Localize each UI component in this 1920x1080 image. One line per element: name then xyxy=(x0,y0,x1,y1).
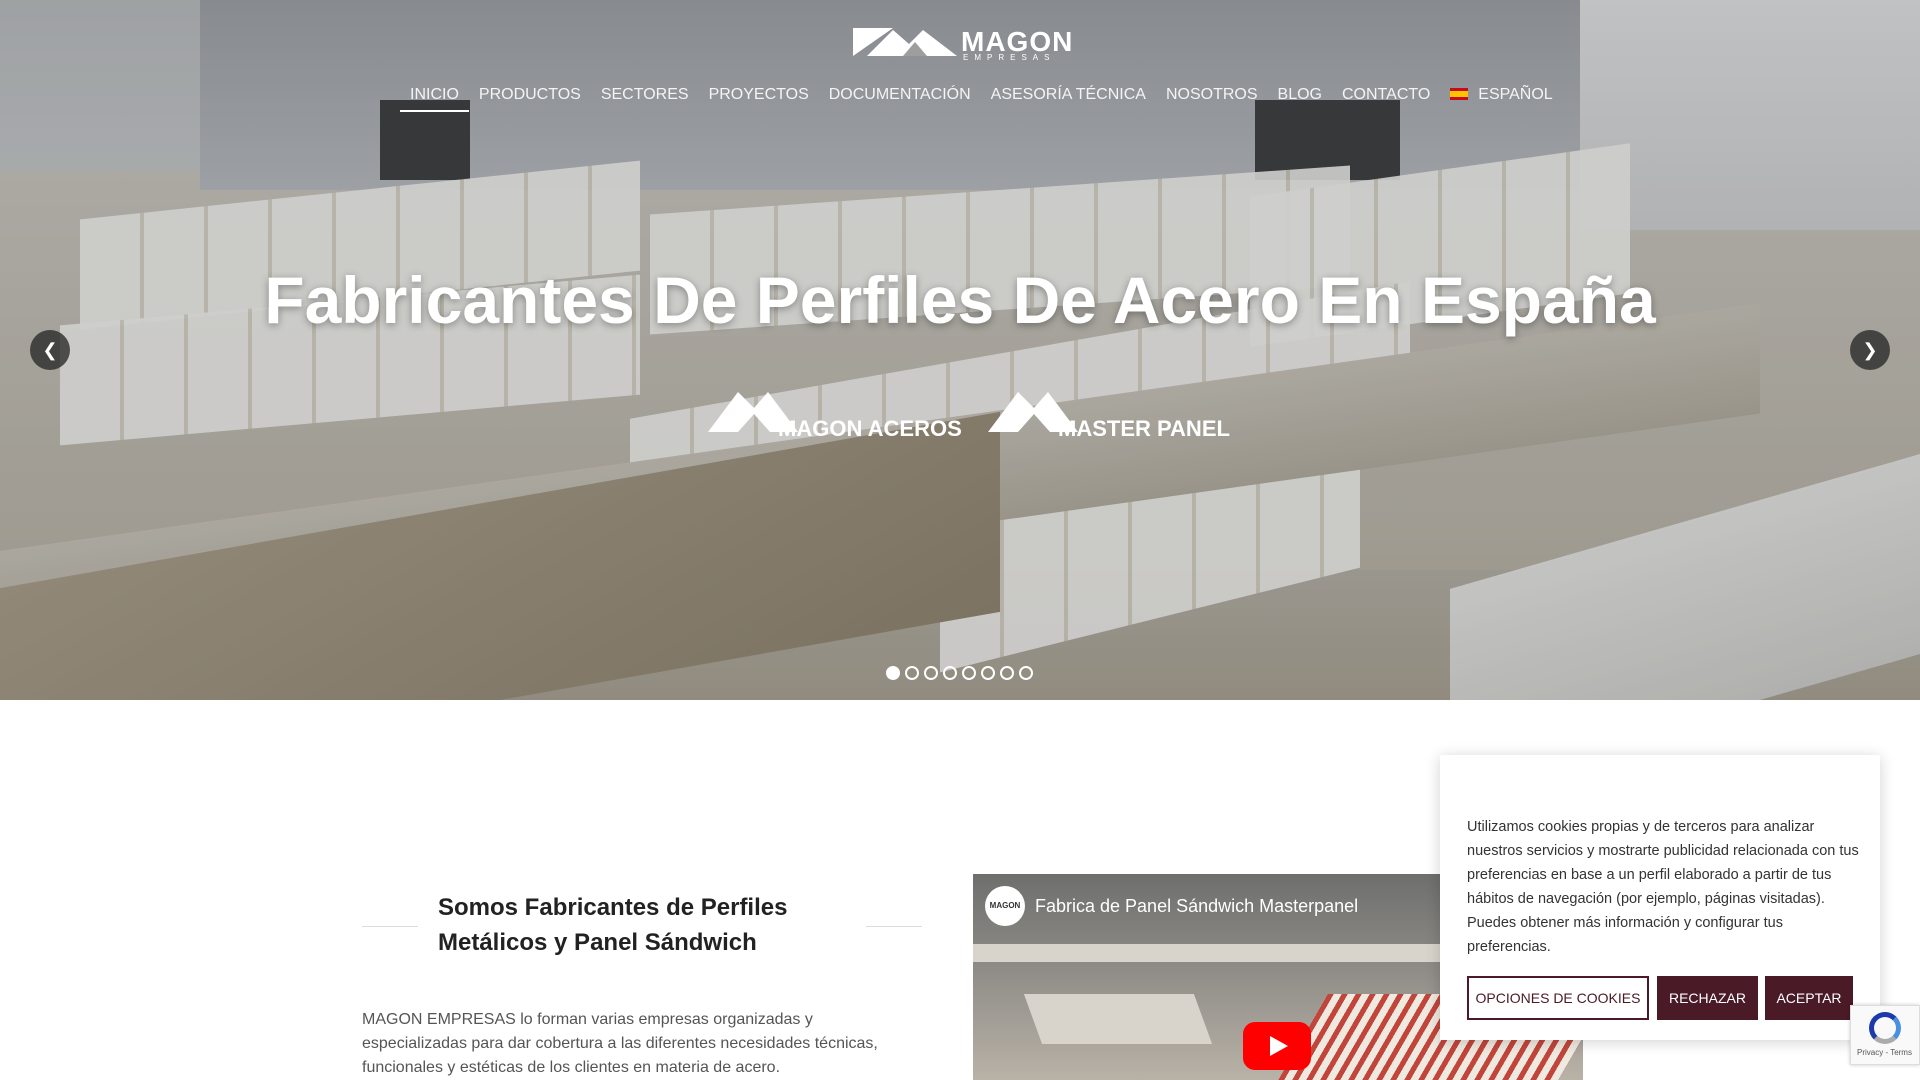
nav-item-asesoria-tecnica[interactable]: ASESORÍA TÉCNICA xyxy=(981,84,1156,112)
brand-magon-aceros: MAGON ACEROS xyxy=(708,388,962,441)
brand-name: MAGON ACEROS xyxy=(778,416,962,441)
recaptcha-badge[interactable]: Privacy - Terms xyxy=(1850,1005,1920,1065)
title-divider-left xyxy=(362,926,418,927)
title-divider-right xyxy=(866,926,922,927)
slider-dot[interactable] xyxy=(1000,666,1014,680)
nav-item-proyectos[interactable]: PROYECTOS xyxy=(699,84,819,112)
slider-dot[interactable] xyxy=(905,666,919,680)
slider-next-button[interactable]: ❯ xyxy=(1850,330,1890,370)
nav-item-inicio[interactable]: INICIO xyxy=(400,84,469,112)
brand-name: MASTER PANEL xyxy=(1058,416,1230,441)
language-selector[interactable]: ESPAÑOL xyxy=(1440,84,1562,112)
channel-avatar[interactable]: MAGON xyxy=(985,886,1025,926)
about-text: MAGON EMPRESAS lo forman varias empresas… xyxy=(362,1011,878,1076)
nav-item-productos[interactable]: PRODUCTOS xyxy=(469,84,591,112)
spain-flag-icon xyxy=(1450,88,1469,100)
slider-dot[interactable] xyxy=(962,666,976,680)
about-title: Somos Fabricantes de Perfiles Metálicos … xyxy=(438,894,788,956)
cookie-options-button[interactable]: OPCIONES DE COOKIES xyxy=(1467,976,1649,1020)
recaptcha-links[interactable]: Privacy - Terms xyxy=(1857,1048,1912,1057)
brand-master-panel: MASTER PANEL xyxy=(988,388,1230,441)
logo-mark-icon xyxy=(853,28,957,56)
site-logo[interactable]: MAGON EMPRESAS xyxy=(853,26,1072,62)
nav-item-nosotros[interactable]: NOSOTROS xyxy=(1156,84,1268,112)
nav-item-blog[interactable]: BLOG xyxy=(1268,84,1332,112)
main-nav: INICIO PRODUCTOS SECTORES PROYECTOS DOCU… xyxy=(400,84,1563,112)
slider-dot[interactable] xyxy=(943,666,957,680)
cookie-text: Utilizamos cookies propias y de terceros… xyxy=(1467,819,1859,955)
hero-headline: Fabricantes De Perfiles De Acero En Espa… xyxy=(264,263,1656,337)
nav-item-sectores[interactable]: SECTORES xyxy=(591,84,699,112)
video-frame-detail xyxy=(1023,994,1213,1044)
video-title[interactable]: Fabrica de Panel Sándwich Masterpanel xyxy=(1035,896,1358,917)
chevron-right-icon: ❯ xyxy=(1862,340,1878,360)
slider-dot[interactable] xyxy=(886,666,900,680)
cookie-banner: Utilizamos cookies propias y de terceros… xyxy=(1440,755,1880,1040)
slider-pagination xyxy=(886,666,1033,680)
hero-slider: MAGON EMPRESAS INICIO PRODUCTOS SECTORES… xyxy=(0,0,1920,700)
cookie-accept-button[interactable]: ACEPTAR xyxy=(1765,976,1853,1020)
slider-dot[interactable] xyxy=(1019,666,1033,680)
nav-item-documentacion[interactable]: DOCUMENTACIÓN xyxy=(819,84,981,112)
slider-dot[interactable] xyxy=(924,666,938,680)
language-label: ESPAÑOL xyxy=(1478,86,1553,103)
logo-subtitle: EMPRESAS xyxy=(963,53,1056,62)
chevron-left-icon: ❮ xyxy=(42,340,58,360)
slider-prev-button[interactable]: ❮ xyxy=(30,330,70,370)
recaptcha-icon xyxy=(1869,1012,1901,1044)
cookie-reject-button[interactable]: RECHAZAR xyxy=(1657,976,1758,1020)
nav-item-contacto[interactable]: CONTACTO xyxy=(1332,84,1440,112)
slider-dot[interactable] xyxy=(981,666,995,680)
play-button[interactable] xyxy=(1243,1022,1311,1070)
